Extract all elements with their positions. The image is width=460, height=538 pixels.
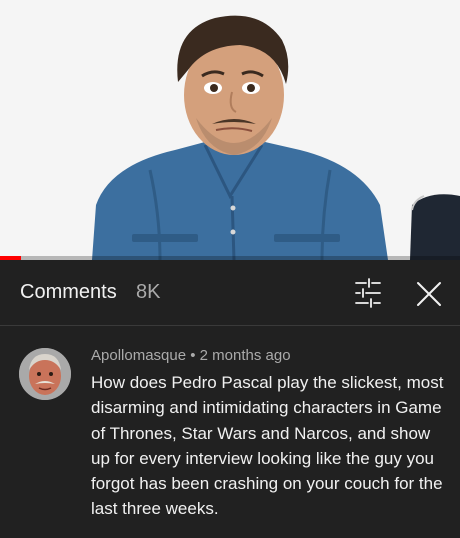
comments-header: Comments 8K (0, 260, 460, 326)
comment-item: Apollomasque • 2 months ago How does Ped… (0, 326, 460, 538)
comment-meta: Apollomasque • 2 months ago (91, 346, 291, 366)
avatar-image (19, 348, 71, 400)
comments-count: 8K (136, 281, 161, 303)
sort-comments-button[interactable] (350, 277, 386, 309)
meta-separator: • (190, 347, 196, 364)
video-frame-image (0, 0, 460, 260)
close-icon (417, 282, 441, 306)
comment-author[interactable]: Apollomasque (91, 347, 186, 364)
video-player[interactable] (0, 0, 460, 260)
comments-panel: Comments 8K Apollomasque • 2 months ago … (0, 260, 460, 538)
sort-sliders-icon (355, 278, 381, 308)
comment-time: 2 months ago (199, 347, 291, 364)
comments-title: Comments (20, 281, 117, 303)
close-comments-button[interactable] (411, 276, 447, 312)
comment-text: How does Pedro Pascal play the slickest,… (91, 373, 444, 519)
avatar[interactable] (19, 348, 71, 400)
